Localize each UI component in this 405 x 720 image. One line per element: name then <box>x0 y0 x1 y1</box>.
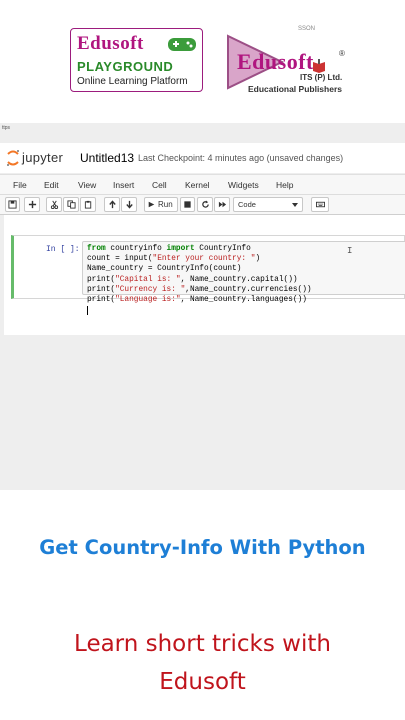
interrupt-button[interactable] <box>180 197 195 212</box>
cell-type-select[interactable]: Code <box>233 197 303 212</box>
menu-view[interactable]: View <box>78 180 96 190</box>
menu-help[interactable]: Help <box>276 180 293 190</box>
tagline-line-1: Learn short tricks with <box>74 631 331 657</box>
code-token: "Language is:" <box>115 296 181 304</box>
command-palette-button[interactable] <box>311 197 329 212</box>
logo-tagline: Online Learning Platform <box>77 76 188 87</box>
code-token: , Name_country.capital()) <box>180 275 298 284</box>
scissors-icon <box>50 200 58 209</box>
code-token: from <box>87 245 106 253</box>
arrow-down-icon <box>125 200 133 209</box>
paste-button[interactable] <box>80 197 96 212</box>
restart-run-all-button[interactable] <box>214 197 230 212</box>
copy-button[interactable] <box>63 197 79 212</box>
edusoft-playground-logo: Edusoft PLAYGROUND Online Learning Platf… <box>70 28 203 92</box>
code-token: CountryInfo <box>194 245 251 253</box>
logo-since: SSON <box>298 26 316 32</box>
chevron-down-icon <box>292 203 298 207</box>
book-icon <box>313 59 325 73</box>
checkpoint-status: Last Checkpoint: 4 minutes ago (unsaved … <box>138 153 344 163</box>
plus-icon <box>28 200 36 209</box>
copy-icon <box>66 200 76 209</box>
save-button[interactable] <box>5 197 20 212</box>
code-token: ) <box>255 255 261 264</box>
url-fragment: ttps <box>2 125 11 131</box>
notebook-title[interactable]: Untitled13 <box>80 151 134 165</box>
code-token: "Currency is: " <box>115 285 186 294</box>
save-icon <box>8 200 17 209</box>
logo-title: Edusoft <box>77 33 144 54</box>
video-heading: Get Country-Info With Python <box>39 536 366 559</box>
logo-company: ITS (P) Ltd. <box>300 73 343 82</box>
code-token: print( <box>87 275 116 284</box>
menu-file[interactable]: File <box>13 180 27 190</box>
jupyter-window: ttps jupyter Untitled13 Last Checkpoint:… <box>0 123 405 490</box>
logo-subtitle: PLAYGROUND <box>77 59 174 74</box>
code-line: print("Currency is: ",Name_country.curre… <box>87 286 312 294</box>
menu-edit[interactable]: Edit <box>44 180 59 190</box>
restart-icon <box>201 200 209 208</box>
menu-kernel[interactable]: Kernel <box>185 180 210 190</box>
jupyter-brand: jupyter <box>22 150 64 165</box>
code-line: from countryinfo import CountryInfo <box>87 245 251 253</box>
code-token: "Capital is: " <box>115 275 181 284</box>
code-line: print("Capital is: ", Name_country.capit… <box>87 276 298 284</box>
menu-insert[interactable]: Insert <box>113 180 134 190</box>
code-token: print( <box>87 296 116 304</box>
toolbar: Run Code <box>0 195 405 215</box>
edusoft-its-logo: SSON Edusoft ® ITS (P) Ltd. Educational … <box>216 26 352 96</box>
restart-button[interactable] <box>197 197 213 212</box>
code-token: ,Name_country.currencies()) <box>185 285 312 294</box>
registered-mark: ® <box>339 49 345 58</box>
code-token: import <box>166 245 195 253</box>
code-line: count = input("Enter your country: ") <box>87 255 260 263</box>
code-token: count = input( <box>87 255 153 264</box>
menu-widgets[interactable]: Widgets <box>228 180 259 190</box>
stop-icon <box>184 201 191 208</box>
move-down-button[interactable] <box>121 197 137 212</box>
notebook-header: jupyter Untitled13 Last Checkpoint: 4 mi… <box>0 143 405 173</box>
code-token: print( <box>87 285 116 294</box>
text-cursor-icon: I <box>347 246 353 256</box>
code-line: print("Language is:", Name_country.langu… <box>87 296 307 304</box>
insert-cell-button[interactable] <box>24 197 40 212</box>
video-tagline: Learn short tricks with Edusoft <box>0 625 405 701</box>
code-editor[interactable]: I from countryinfo import CountryInfo cou… <box>82 241 405 316</box>
run-button[interactable]: Run <box>144 197 178 212</box>
arrow-up-icon <box>108 200 116 209</box>
move-up-button[interactable] <box>104 197 120 212</box>
logo-tagline: Educational Publishers <box>248 84 342 94</box>
text-caret <box>87 306 88 316</box>
jupyter-logo-icon[interactable] <box>6 149 20 167</box>
cell-prompt: In [ ]: <box>46 245 80 254</box>
tagline-line-2: Edusoft <box>159 669 246 695</box>
gamepad-icon <box>168 38 196 51</box>
logo-title: Edusoft <box>237 49 314 74</box>
code-token: , Name_country.languages()) <box>180 296 307 304</box>
paste-icon <box>84 200 91 209</box>
cut-button[interactable] <box>46 197 62 212</box>
code-token: "Enter your country: " <box>152 255 256 264</box>
fast-forward-icon <box>218 201 226 208</box>
run-icon <box>148 201 155 208</box>
keyboard-icon <box>315 201 325 208</box>
menu-bar: File Edit View Insert Cell Kernel Widget… <box>0 174 405 195</box>
code-token: Name_country = CountryInfo(count) <box>87 265 242 274</box>
menu-cell[interactable]: Cell <box>152 180 167 190</box>
code-cell[interactable]: In [ ]: I from countryinfo import Countr… <box>11 235 405 316</box>
code-token: countryinfo <box>105 245 167 253</box>
cell-type-value: Code <box>238 200 256 209</box>
code-line: Name_country = CountryInfo(count) <box>87 265 241 273</box>
run-label: Run <box>158 200 173 209</box>
notebook-body: In [ ]: I from countryinfo import Countr… <box>4 215 405 335</box>
